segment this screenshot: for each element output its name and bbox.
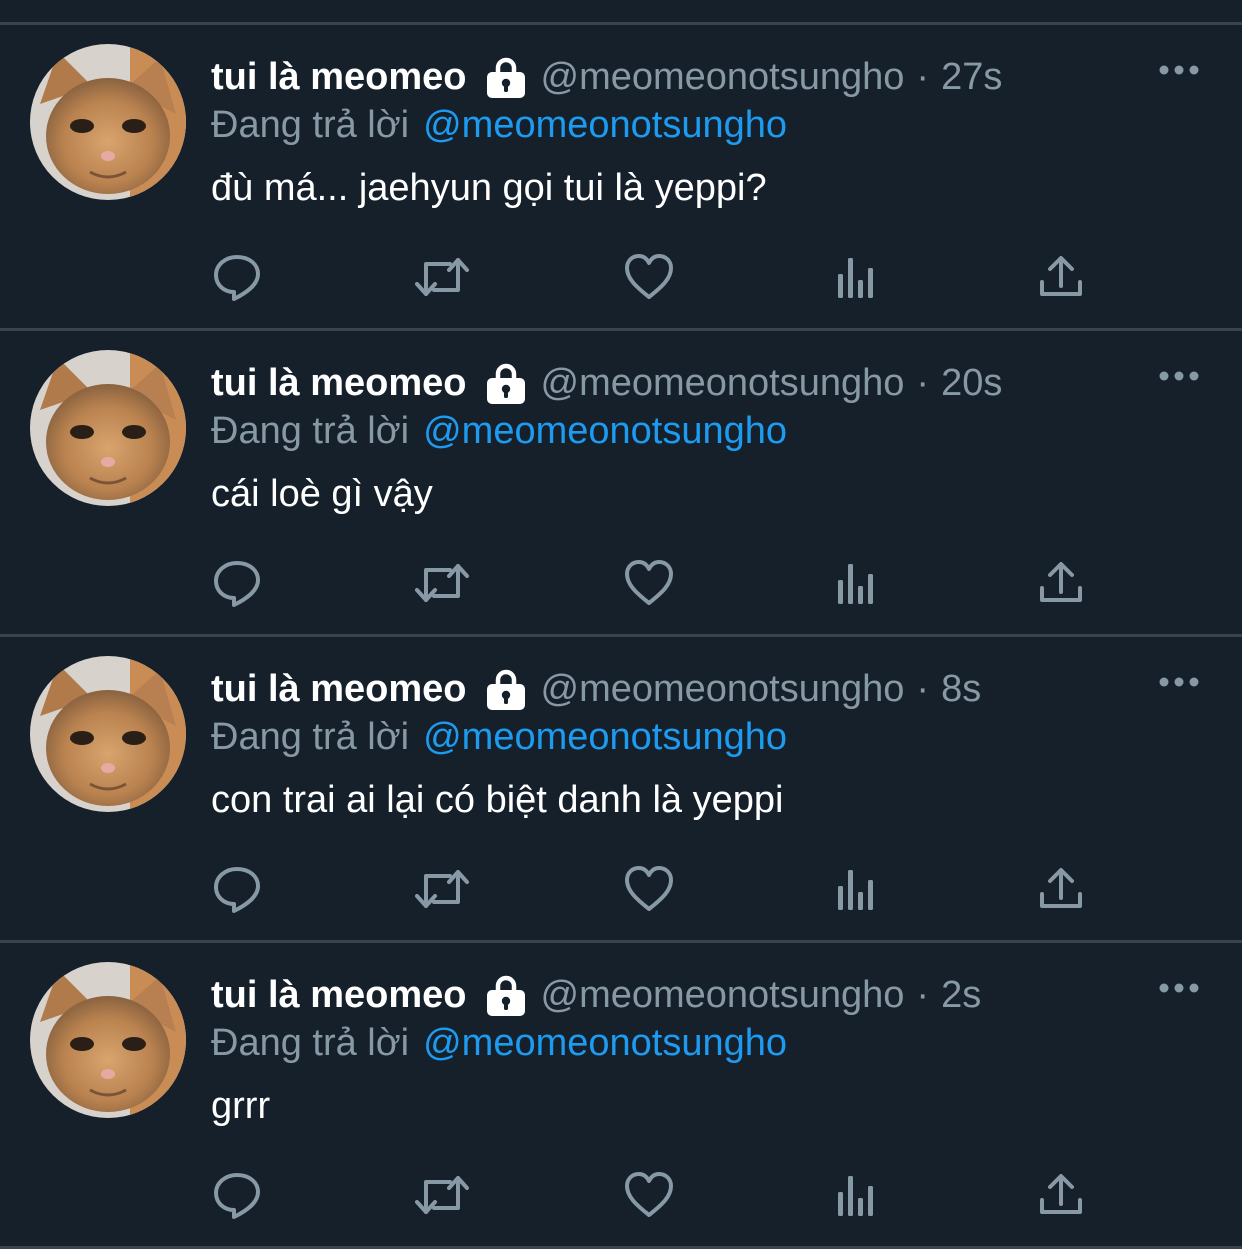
separator-dot: · bbox=[916, 362, 930, 404]
analytics-icon bbox=[834, 866, 878, 912]
reply-button[interactable] bbox=[211, 1169, 263, 1221]
like-button[interactable] bbox=[623, 557, 675, 609]
replying-to: Đang trả lời @meomeonotsungho bbox=[211, 408, 787, 454]
tweet-header: tui là meomeo @meomeonotsungho · 2s bbox=[211, 972, 981, 1018]
timestamp[interactable]: 2s bbox=[941, 972, 981, 1018]
retweet-button[interactable] bbox=[414, 251, 470, 303]
avatar[interactable] bbox=[30, 44, 186, 200]
display-name[interactable]: tui là meomeo bbox=[211, 666, 467, 712]
avatar[interactable] bbox=[30, 350, 186, 506]
tweet-text: cái loè gì vậy bbox=[211, 473, 433, 515]
replying-to-label: Đang trả lời bbox=[211, 104, 410, 146]
share-button[interactable] bbox=[1035, 1169, 1087, 1221]
separator-dot: · bbox=[916, 668, 930, 710]
replying-to: Đang trả lời @meomeonotsungho bbox=[211, 1020, 787, 1066]
like-button[interactable] bbox=[623, 863, 675, 915]
share-icon bbox=[1038, 254, 1084, 300]
heart-icon bbox=[624, 253, 674, 301]
retweet-button[interactable] bbox=[414, 557, 470, 609]
user-handle[interactable]: @meomeonotsungho bbox=[541, 54, 905, 100]
user-handle[interactable]: @meomeonotsungho bbox=[541, 666, 905, 712]
reply-icon bbox=[212, 1170, 262, 1220]
retweet-icon bbox=[414, 558, 470, 608]
heart-icon bbox=[624, 559, 674, 607]
share-icon bbox=[1038, 1172, 1084, 1218]
display-name[interactable]: tui là meomeo bbox=[211, 360, 467, 406]
timeline: tui là meomeo @meomeonotsungho · 27s Đan… bbox=[0, 0, 1242, 1249]
replying-to-label: Đang trả lời bbox=[211, 1022, 410, 1064]
tweet-header: tui là meomeo @meomeonotsungho · 20s bbox=[211, 360, 1002, 406]
share-icon bbox=[1038, 866, 1084, 912]
display-name[interactable]: tui là meomeo bbox=[211, 54, 467, 100]
tweet-4[interactable]: tui là meomeo @meomeonotsungho · 2s Đang… bbox=[0, 943, 1242, 1249]
replying-to-label: Đang trả lời bbox=[211, 410, 410, 452]
timestamp[interactable]: 27s bbox=[941, 54, 1002, 100]
share-button[interactable] bbox=[1035, 863, 1087, 915]
more-icon[interactable] bbox=[1158, 981, 1200, 995]
reply-button[interactable] bbox=[211, 557, 263, 609]
tweet-header: tui là meomeo @meomeonotsungho · 8s bbox=[211, 666, 981, 712]
timestamp[interactable]: 20s bbox=[941, 360, 1002, 406]
more-icon[interactable] bbox=[1158, 63, 1200, 77]
user-handle[interactable]: @meomeonotsungho bbox=[541, 360, 905, 406]
replying-to-handle[interactable]: @meomeonotsungho bbox=[423, 716, 787, 758]
analytics-button[interactable] bbox=[830, 557, 882, 609]
replying-to-handle[interactable]: @meomeonotsungho bbox=[423, 1022, 787, 1064]
replying-to-handle[interactable]: @meomeonotsungho bbox=[423, 410, 787, 452]
reply-button[interactable] bbox=[211, 863, 263, 915]
share-button[interactable] bbox=[1035, 251, 1087, 303]
separator-dot: · bbox=[916, 974, 930, 1016]
more-icon[interactable] bbox=[1158, 675, 1200, 689]
analytics-icon bbox=[834, 254, 878, 300]
heart-icon bbox=[624, 1171, 674, 1219]
reply-icon bbox=[212, 252, 262, 302]
avatar[interactable] bbox=[30, 656, 186, 812]
display-name[interactable]: tui là meomeo bbox=[211, 972, 467, 1018]
analytics-button[interactable] bbox=[830, 863, 882, 915]
timestamp[interactable]: 8s bbox=[941, 666, 981, 712]
separator-dot: · bbox=[916, 56, 930, 98]
tweet-text: grrr bbox=[211, 1085, 271, 1127]
share-button[interactable] bbox=[1035, 557, 1087, 609]
reply-icon bbox=[212, 558, 262, 608]
lock-icon bbox=[485, 56, 527, 98]
tweet-3[interactable]: tui là meomeo @meomeonotsungho · 8s Đang… bbox=[0, 637, 1242, 943]
tweet-text: đù má... jaehyun gọi tui là yeppi? bbox=[211, 167, 767, 209]
lock-icon bbox=[485, 668, 527, 710]
retweet-icon bbox=[414, 864, 470, 914]
lock-icon bbox=[485, 362, 527, 404]
replying-to-label: Đang trả lời bbox=[211, 716, 410, 758]
tweet-1[interactable]: tui là meomeo @meomeonotsungho · 27s Đan… bbox=[0, 25, 1242, 331]
tweet-text: con trai ai lại có biệt danh là yeppi bbox=[211, 779, 784, 821]
retweet-icon bbox=[414, 252, 470, 302]
avatar[interactable] bbox=[30, 962, 186, 1118]
lock-icon bbox=[485, 974, 527, 1016]
tweet-2[interactable]: tui là meomeo @meomeonotsungho · 20s Đan… bbox=[0, 331, 1242, 637]
replying-to: Đang trả lời @meomeonotsungho bbox=[211, 714, 787, 760]
replying-to-handle[interactable]: @meomeonotsungho bbox=[423, 104, 787, 146]
more-icon[interactable] bbox=[1158, 369, 1200, 383]
retweet-button[interactable] bbox=[414, 1169, 470, 1221]
replying-to: Đang trả lời @meomeonotsungho bbox=[211, 102, 787, 148]
share-icon bbox=[1038, 560, 1084, 606]
reply-button[interactable] bbox=[211, 251, 263, 303]
heart-icon bbox=[624, 865, 674, 913]
retweet-icon bbox=[414, 1170, 470, 1220]
user-handle[interactable]: @meomeonotsungho bbox=[541, 972, 905, 1018]
analytics-icon bbox=[834, 560, 878, 606]
retweet-button[interactable] bbox=[414, 863, 470, 915]
analytics-icon bbox=[834, 1172, 878, 1218]
tweet-header: tui là meomeo @meomeonotsungho · 27s bbox=[211, 54, 1002, 100]
analytics-button[interactable] bbox=[830, 1169, 882, 1221]
like-button[interactable] bbox=[623, 251, 675, 303]
analytics-button[interactable] bbox=[830, 251, 882, 303]
like-button[interactable] bbox=[623, 1169, 675, 1221]
reply-icon bbox=[212, 864, 262, 914]
